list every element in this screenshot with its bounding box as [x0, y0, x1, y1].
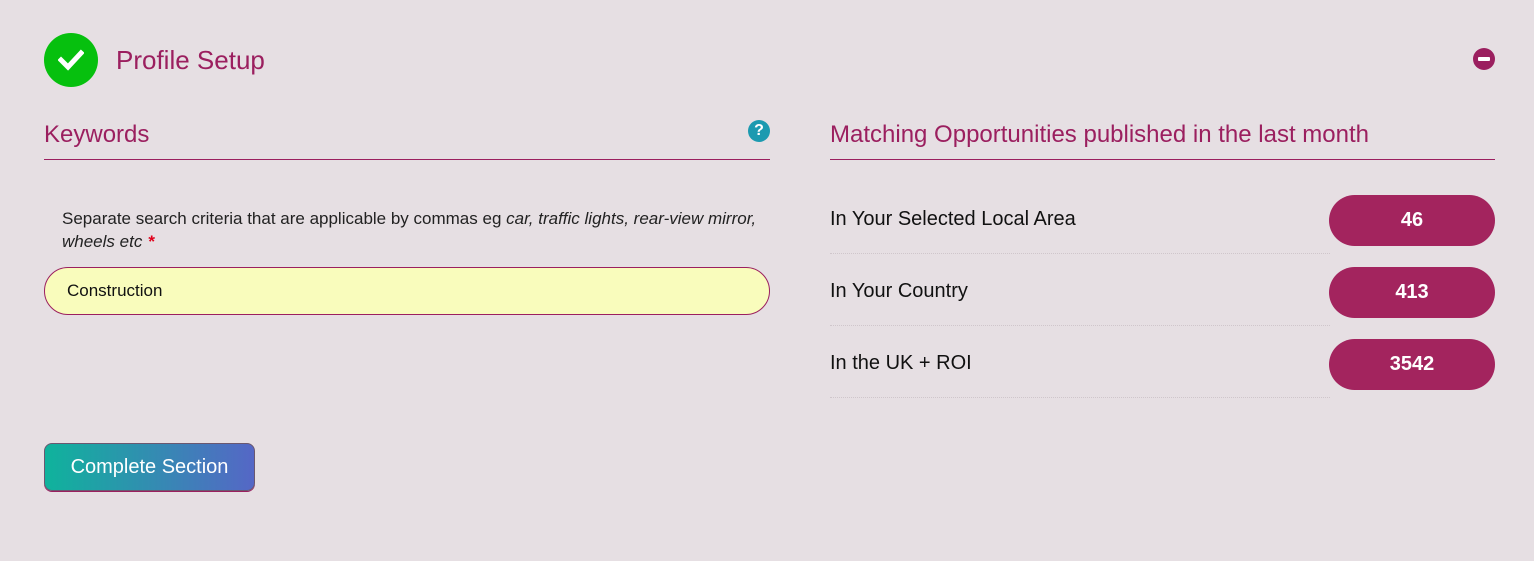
stat-count-badge: 413 [1329, 267, 1495, 318]
stat-count-badge: 3542 [1329, 339, 1495, 390]
stat-label: In Your Selected Local Area [830, 208, 1076, 230]
minus-circle-icon [1478, 57, 1490, 61]
keywords-heading: Keywords [44, 121, 150, 148]
keywords-input[interactable] [44, 267, 770, 315]
stat-label: In Your Country [830, 280, 968, 302]
section-title: Profile Setup [116, 44, 265, 75]
row-divider [830, 325, 1330, 326]
complete-section-button[interactable]: Complete Section [44, 443, 255, 491]
stat-row-uk-roi: In the UK + ROI 3542 [830, 329, 1495, 401]
check-circle-icon [44, 33, 98, 87]
keywords-hint: Separate search criteria that are applic… [62, 207, 772, 253]
question-circle-icon[interactable]: ? [748, 120, 770, 142]
opportunities-heading-bar: Matching Opportunities published in the … [830, 115, 1495, 160]
row-divider [830, 253, 1330, 254]
stat-count-badge: 46 [1329, 195, 1495, 246]
opportunities-heading: Matching Opportunities published in the … [830, 121, 1369, 148]
required-marker: * [148, 232, 155, 251]
hint-text: Separate search criteria that are applic… [62, 209, 507, 228]
collapse-button[interactable] [1473, 48, 1495, 70]
stat-row-local-area: In Your Selected Local Area 46 [830, 185, 1495, 257]
row-divider [830, 397, 1330, 398]
opportunities-list: In Your Selected Local Area 46 In Your C… [830, 185, 1495, 401]
stat-label: In the UK + ROI [830, 352, 972, 374]
keywords-heading-bar: Keywords [44, 115, 770, 160]
section-header: Profile Setup [44, 33, 265, 87]
stat-row-country: In Your Country 413 [830, 257, 1495, 329]
